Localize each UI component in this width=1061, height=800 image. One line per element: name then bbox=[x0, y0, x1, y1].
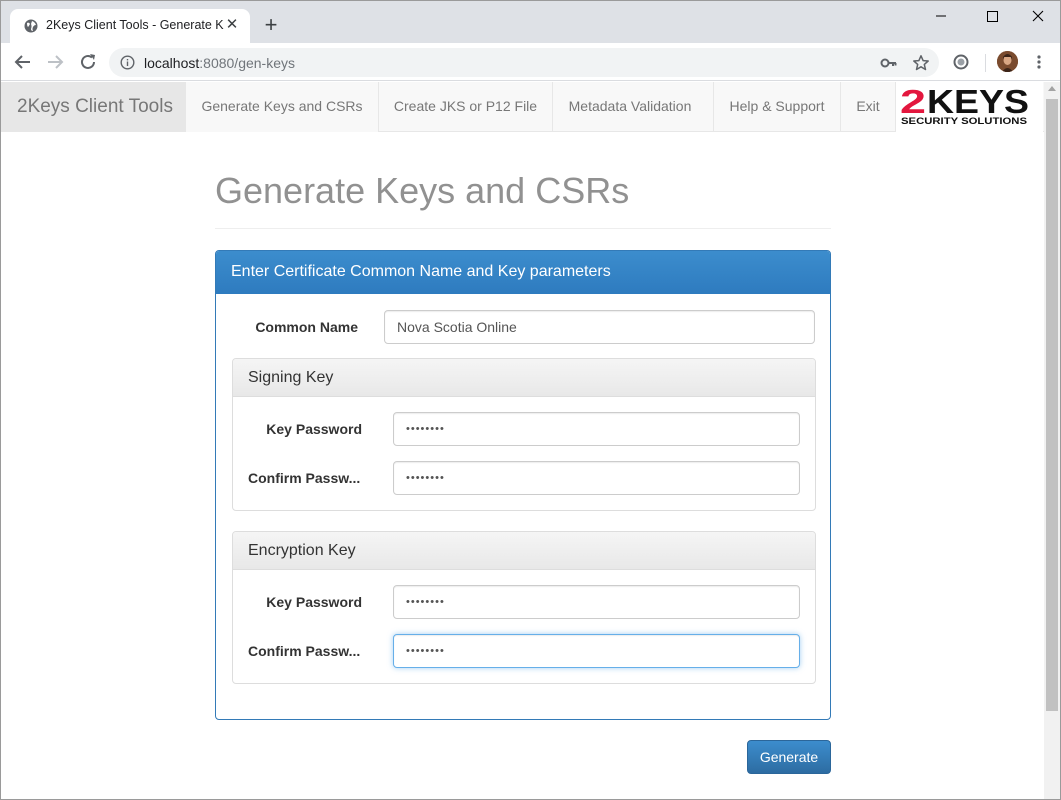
company-logo: 2 KEYS SECURITY SOLUTIONS bbox=[895, 82, 1043, 132]
back-arrow-icon[interactable] bbox=[11, 50, 35, 74]
forward-arrow-icon[interactable] bbox=[43, 50, 67, 74]
close-tab-icon[interactable]: ✕ bbox=[224, 17, 240, 33]
encryption-key-password-label: Key Password bbox=[266, 594, 362, 610]
profile-avatar[interactable] bbox=[997, 51, 1018, 72]
extension-icon[interactable] bbox=[952, 53, 970, 71]
signing-key-password-label: Key Password bbox=[266, 421, 362, 437]
svg-text:KEYS: KEYS bbox=[927, 83, 1029, 120]
page-viewport: 2Keys Client Tools Generate Keys and CSR… bbox=[1, 82, 1044, 799]
globe-icon bbox=[24, 19, 38, 33]
address-bar[interactable]: localhost:8080/gen-keys bbox=[109, 48, 939, 77]
nav-metadata-validation[interactable]: Metadata Validation bbox=[552, 82, 707, 132]
svg-text:SECURITY SOLUTIONS: SECURITY SOLUTIONS bbox=[901, 116, 1027, 127]
signing-confirm-password-input[interactable]: •••••••• bbox=[393, 461, 800, 495]
encryption-key-panel: Encryption Key Key Password •••••••• Con… bbox=[232, 531, 816, 684]
new-tab-icon[interactable]: + bbox=[259, 13, 283, 37]
encryption-confirm-password-input[interactable]: •••••••• bbox=[393, 634, 800, 668]
maximize-icon[interactable] bbox=[969, 1, 1015, 31]
reload-icon[interactable] bbox=[76, 50, 100, 74]
title-divider bbox=[215, 228, 831, 229]
nav-exit[interactable]: Exit bbox=[840, 82, 895, 132]
app-navbar: 2Keys Client Tools Generate Keys and CSR… bbox=[1, 82, 1044, 132]
nav-create-jks[interactable]: Create JKS or P12 File bbox=[378, 82, 552, 132]
2keys-logo-image: 2 KEYS SECURITY SOLUTIONS bbox=[900, 83, 1029, 127]
page-title: Generate Keys and CSRs bbox=[215, 170, 630, 211]
encryption-key-heading: Encryption Key bbox=[233, 532, 815, 570]
browser-toolbar: localhost:8080/gen-keys bbox=[1, 43, 1060, 81]
browser-window: 2Keys Client Tools - Generate Keys and C… bbox=[0, 0, 1061, 800]
url-path: :8080/gen-keys bbox=[199, 55, 295, 71]
bookmark-star-icon[interactable] bbox=[912, 54, 930, 72]
generate-button[interactable]: Generate bbox=[747, 740, 831, 774]
page-scrollbar[interactable] bbox=[1044, 82, 1060, 799]
tab-title: 2Keys Client Tools - Generate Keys and C… bbox=[46, 18, 224, 32]
url-host: localhost bbox=[144, 55, 200, 71]
url-text[interactable]: localhost:8080/gen-keys bbox=[144, 55, 295, 71]
common-name-label: Common Name bbox=[255, 319, 358, 335]
toolbar-separator bbox=[985, 54, 986, 72]
browser-titlebar: 2Keys Client Tools - Generate Keys and C… bbox=[1, 1, 1060, 43]
minimize-icon[interactable] bbox=[918, 1, 964, 31]
browser-menu-icon[interactable] bbox=[1031, 53, 1047, 71]
nav-help-support[interactable]: Help & Support bbox=[713, 82, 840, 132]
signing-key-heading: Signing Key bbox=[233, 359, 815, 397]
panel-heading: Enter Certificate Common Name and Key pa… bbox=[216, 251, 830, 294]
signing-key-password-input[interactable]: •••••••• bbox=[393, 412, 800, 446]
encryption-confirm-password-label: Confirm Passw... bbox=[248, 643, 361, 659]
common-name-row: Common Name Nova Scotia Online bbox=[232, 310, 816, 344]
scrollbar-thumb[interactable] bbox=[1046, 99, 1058, 711]
svg-text:2: 2 bbox=[900, 83, 926, 120]
window-close-icon[interactable] bbox=[1015, 1, 1061, 31]
key-icon[interactable] bbox=[880, 55, 898, 71]
encryption-key-password-input[interactable]: •••••••• bbox=[393, 585, 800, 619]
signing-confirm-password-label: Confirm Passw... bbox=[248, 470, 361, 486]
info-icon[interactable] bbox=[120, 55, 135, 70]
nav-generate-keys[interactable]: Generate Keys and CSRs bbox=[186, 82, 378, 132]
signing-key-panel: Signing Key Key Password •••••••• Confir… bbox=[232, 358, 816, 511]
key-parameters-panel: Enter Certificate Common Name and Key pa… bbox=[215, 250, 831, 720]
avatar-image bbox=[997, 51, 1018, 72]
scroll-up-arrow-icon[interactable] bbox=[1048, 86, 1056, 91]
browser-tab[interactable]: 2Keys Client Tools - Generate Keys and C… bbox=[10, 9, 250, 43]
app-brand[interactable]: 2Keys Client Tools bbox=[1, 82, 186, 132]
common-name-input[interactable]: Nova Scotia Online bbox=[384, 310, 815, 344]
